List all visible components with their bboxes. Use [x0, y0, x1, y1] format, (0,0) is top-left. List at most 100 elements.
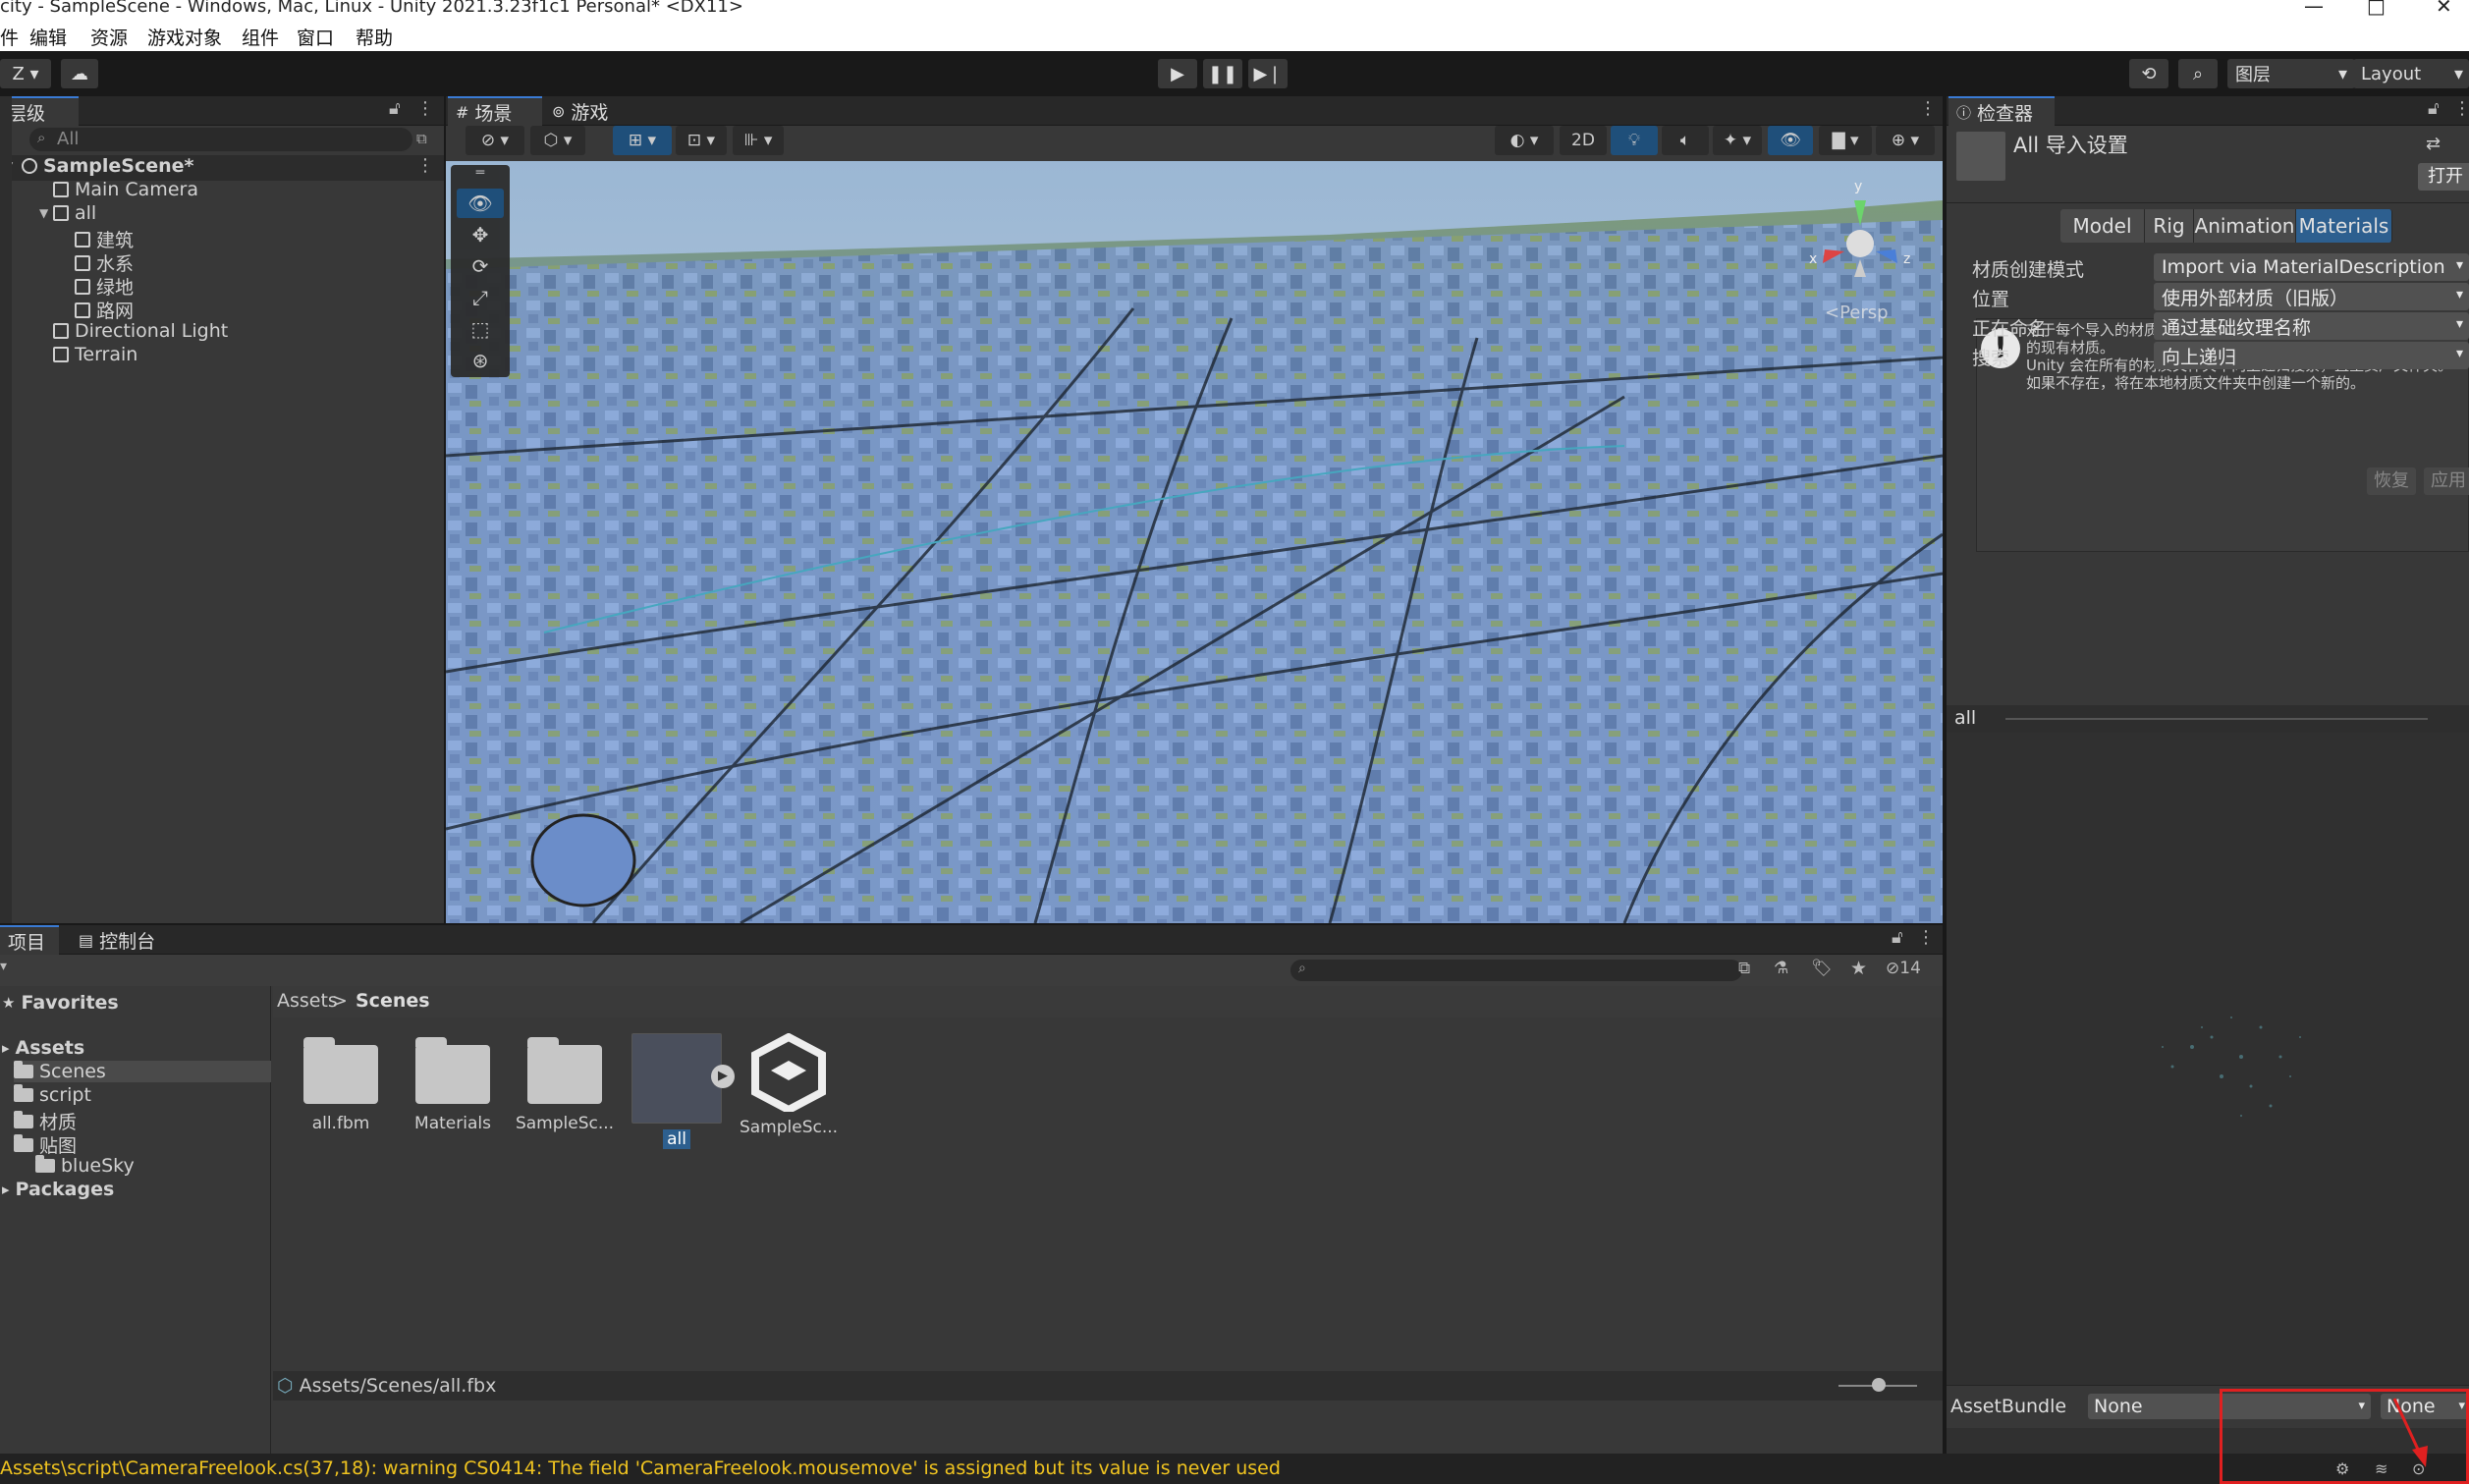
- account-dropdown[interactable]: Z ▾: [0, 59, 51, 88]
- apply-button[interactable]: 应用: [2424, 467, 2469, 495]
- maximize-button[interactable]: □: [2367, 0, 2386, 18]
- hierarchy-item[interactable]: Terrain: [53, 344, 137, 365]
- transform-tool-icon[interactable]: ⊛: [457, 346, 504, 375]
- project-tree-item[interactable]: blueSky: [35, 1155, 135, 1177]
- tab-console[interactable]: ▤ 控制台: [71, 925, 169, 955]
- search-options-icon[interactable]: ⧉: [416, 130, 427, 147]
- open-button[interactable]: 打开: [2418, 163, 2469, 191]
- revert-button[interactable]: 恢复: [2367, 467, 2416, 495]
- search-by-type-icon[interactable]: ⧉: [1738, 959, 1750, 978]
- create-dropdown-icon[interactable]: ▾: [0, 959, 7, 974]
- effects-dropdown[interactable]: ✦ ▾: [1713, 126, 1762, 155]
- menu-gameobject[interactable]: 游戏对象: [147, 24, 222, 50]
- menu-assets[interactable]: 资源: [90, 24, 128, 50]
- naming-dropdown[interactable]: 通过基础纹理名称 ▾: [2154, 312, 2469, 340]
- hidden-packages-toggle[interactable]: ⊘14: [1886, 959, 1921, 978]
- lighting-icon[interactable]: 💡︎: [1611, 126, 1658, 155]
- cloud-icon[interactable]: ☁: [61, 59, 98, 88]
- project-tree-item[interactable]: script: [14, 1084, 91, 1106]
- scene-menu-icon[interactable]: ⋮: [416, 155, 434, 176]
- project-tree-item[interactable]: 材质: [14, 1108, 77, 1134]
- hierarchy-item[interactable]: all: [53, 202, 96, 224]
- audio-icon[interactable]: 🔈︎: [1662, 126, 1709, 155]
- scale-tool-icon[interactable]: ⤢: [457, 283, 504, 312]
- hierarchy-item[interactable]: 建筑: [75, 226, 134, 252]
- tab-materials[interactable]: Materials: [2296, 209, 2392, 243]
- search-icon[interactable]: ⌕: [2178, 59, 2218, 88]
- pause-button[interactable]: ❚❚: [1203, 59, 1242, 88]
- shading-dropdown[interactable]: ⬡ ▾: [530, 126, 585, 155]
- panel-menu-icon[interactable]: ⋮: [1919, 98, 1937, 119]
- scene-viewport[interactable]: y x z <Persp: [446, 161, 1943, 923]
- move-tool-icon[interactable]: ✥: [457, 220, 504, 249]
- expand-arrow-icon[interactable]: ▼: [39, 206, 48, 220]
- menu-component[interactable]: 组件: [242, 24, 279, 50]
- hidden-objects-icon[interactable]: 👁︎: [1768, 126, 1813, 155]
- file-item[interactable]: SampleSc...: [511, 1031, 619, 1133]
- lock-icon[interactable]: 🔓︎: [2428, 98, 2440, 119]
- preset-icon[interactable]: ⇄: [2426, 134, 2441, 154]
- grid-snap-dropdown[interactable]: ⊞ ▾: [613, 126, 672, 155]
- menu-file[interactable]: 件: [0, 24, 19, 50]
- ruler-dropdown[interactable]: ⊪ ▾: [733, 126, 784, 155]
- panel-menu-icon[interactable]: ⋮: [2453, 98, 2469, 119]
- preview-area[interactable]: [1947, 733, 2469, 1479]
- minimize-button[interactable]: —: [2304, 0, 2324, 18]
- file-item[interactable]: all.fbm: [287, 1031, 395, 1133]
- tab-inspector[interactable]: ⓘ 检查器: [1948, 96, 2055, 126]
- view-tool-icon[interactable]: 👁︎: [457, 189, 504, 218]
- project-search-input[interactable]: ⌕: [1290, 960, 1742, 981]
- expand-asset-icon[interactable]: ▶: [711, 1065, 735, 1088]
- tab-scene[interactable]: # 场景: [448, 96, 542, 126]
- snap-increment-dropdown[interactable]: ⊡ ▾: [676, 126, 727, 155]
- menu-window[interactable]: 窗口: [297, 24, 334, 50]
- favorite-star-icon[interactable]: ★: [1850, 958, 1867, 979]
- close-button[interactable]: ✕: [2436, 0, 2452, 18]
- label-icon[interactable]: 🏷︎: [1811, 959, 1833, 978]
- lock-icon[interactable]: 🔓︎: [1892, 927, 1903, 948]
- project-tree-item[interactable]: ▸ Packages: [2, 1179, 114, 1200]
- lock-icon[interactable]: 🔓︎: [389, 98, 401, 119]
- breadcrumb-assets[interactable]: Assets: [277, 990, 338, 1012]
- panel-menu-icon[interactable]: ⋮: [416, 98, 434, 119]
- history-icon[interactable]: ⟲: [2129, 59, 2168, 88]
- overlay-handle-icon[interactable]: ═: [451, 165, 510, 181]
- project-tree-item[interactable]: 贴图: [14, 1131, 77, 1158]
- tab-model[interactable]: Model: [2060, 209, 2145, 243]
- filter-type-icon[interactable]: ⚗︎: [1774, 959, 1788, 978]
- tab-rig[interactable]: Rig: [2145, 209, 2194, 243]
- hierarchy-item[interactable]: 水系: [75, 249, 134, 276]
- tab-game[interactable]: ⊚ 游戏: [544, 96, 642, 126]
- preview-header[interactable]: all: [1947, 705, 2469, 733]
- play-button[interactable]: ▶: [1158, 59, 1197, 88]
- project-tree-item[interactable]: ★ Favorites: [2, 992, 119, 1014]
- location-dropdown[interactable]: 使用外部材质（旧版） ▾: [2154, 283, 2469, 310]
- rotate-tool-icon[interactable]: ⟳: [457, 251, 504, 281]
- step-button[interactable]: ▶❘: [1248, 59, 1288, 88]
- file-item[interactable]: SampleSc...: [735, 1031, 843, 1137]
- hierarchy-item[interactable]: Main Camera: [53, 179, 198, 200]
- project-tree-item[interactable]: ▸ Assets: [2, 1037, 84, 1059]
- tab-hierarchy[interactable]: 层级: [0, 96, 79, 126]
- hierarchy-item[interactable]: Directional Light: [53, 320, 228, 342]
- render-mode-dropdown[interactable]: ◐ ▾: [1495, 126, 1554, 155]
- hierarchy-item[interactable]: SampleScene*: [22, 155, 193, 177]
- material-creation-dropdown[interactable]: Import via MaterialDescription ▾: [2154, 253, 2469, 281]
- file-item[interactable]: Materials: [399, 1031, 507, 1133]
- persp-label[interactable]: <Persp: [1825, 302, 1889, 323]
- breadcrumb-scenes[interactable]: Scenes: [356, 990, 430, 1012]
- layout-dropdown[interactable]: Layout ▾: [2353, 59, 2469, 88]
- tab-project[interactable]: 项目: [0, 925, 59, 955]
- gizmos-dropdown[interactable]: ⊕ ▾: [1876, 126, 1935, 155]
- zoom-slider-handle[interactable]: [1872, 1378, 1886, 1392]
- file-item-selected[interactable]: all: [623, 1031, 731, 1149]
- tab-animation[interactable]: Animation: [2194, 209, 2296, 243]
- hierarchy-item[interactable]: 路网: [75, 297, 134, 323]
- layers-dropdown[interactable]: 图层 ▾: [2227, 59, 2355, 88]
- project-tree-item[interactable]: Scenes: [14, 1061, 271, 1082]
- toggle-2d-button[interactable]: 2D: [1560, 126, 1607, 155]
- panel-menu-icon[interactable]: ⋮: [1917, 927, 1935, 948]
- menu-edit[interactable]: 编辑: [29, 24, 67, 50]
- console-warning-message[interactable]: Assets\script\CameraFreelook.cs(37,18): …: [0, 1457, 1281, 1479]
- search-dropdown[interactable]: 向上递归 ▾: [2154, 342, 2469, 369]
